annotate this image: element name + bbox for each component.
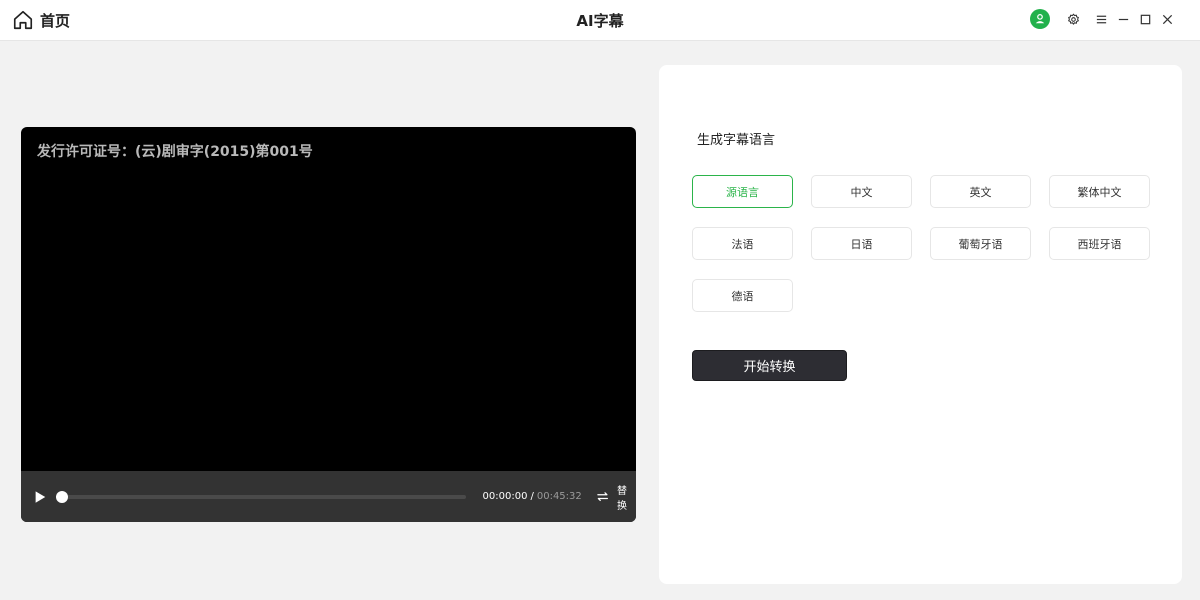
play-icon (35, 490, 46, 503)
minimize-icon (1118, 18, 1128, 20)
progress-bar[interactable] (56, 490, 466, 503)
maximize-button[interactable] (1138, 12, 1152, 26)
language-option[interactable]: 中文 (811, 175, 912, 208)
time-display: 00:00:00/00:45:32 (483, 491, 582, 502)
title-bar: 首页 AI字幕 (0, 0, 1200, 41)
settings-button[interactable] (1066, 12, 1080, 26)
close-icon (1162, 14, 1172, 24)
replace-button[interactable] (596, 490, 609, 504)
avatar[interactable] (1030, 9, 1050, 29)
language-option[interactable]: 德语 (692, 279, 793, 312)
play-button[interactable] (33, 489, 48, 505)
window-controls (1030, 8, 1174, 30)
gear-icon (1067, 13, 1079, 25)
language-option[interactable]: 日语 (811, 227, 912, 260)
language-option[interactable]: 繁体中文 (1049, 175, 1150, 208)
maximize-icon (1140, 14, 1150, 24)
home-label: 首页 (40, 11, 71, 30)
avatar-icon (1035, 14, 1045, 24)
language-option[interactable]: 英文 (930, 175, 1031, 208)
replace-icon (597, 492, 608, 501)
home-button[interactable]: 首页 (12, 8, 70, 32)
time-separator: / (530, 491, 534, 502)
language-option[interactable]: 源语言 (692, 175, 793, 208)
start-convert-button[interactable]: 开始转换 (692, 350, 847, 381)
current-time: 00:00:00 (482, 491, 528, 502)
player-controls: 00:00:00/00:45:32 替换 (21, 471, 636, 522)
total-time: 00:45:32 (536, 491, 582, 502)
panel-title: 生成字幕语言 (697, 133, 776, 148)
language-option[interactable]: 法语 (692, 227, 793, 260)
app-title: AI字幕 (576, 12, 624, 30)
minimize-button[interactable] (1116, 12, 1130, 26)
close-button[interactable] (1160, 12, 1174, 26)
progress-knob[interactable] (56, 490, 69, 503)
subtitle-settings-panel: 生成字幕语言 源语言 中文 英文 繁体中文法语 日语 葡萄牙语 西班牙语德语 开始转换 (659, 65, 1182, 584)
home-icon (13, 10, 33, 30)
menu-button[interactable] (1094, 12, 1108, 26)
video-player[interactable]: 发行许可证号：(云)剧审字(2015)第001号 00:00:00/00:45:… (21, 127, 636, 522)
menu-icon (1096, 15, 1106, 23)
language-option[interactable]: 西班牙语 (1049, 227, 1150, 260)
video-watermark: 发行许可证号：(云)剧审字(2015)第001号 (37, 144, 313, 160)
replace-label[interactable]: 替换 (617, 482, 636, 512)
language-option[interactable]: 葡萄牙语 (930, 227, 1031, 260)
